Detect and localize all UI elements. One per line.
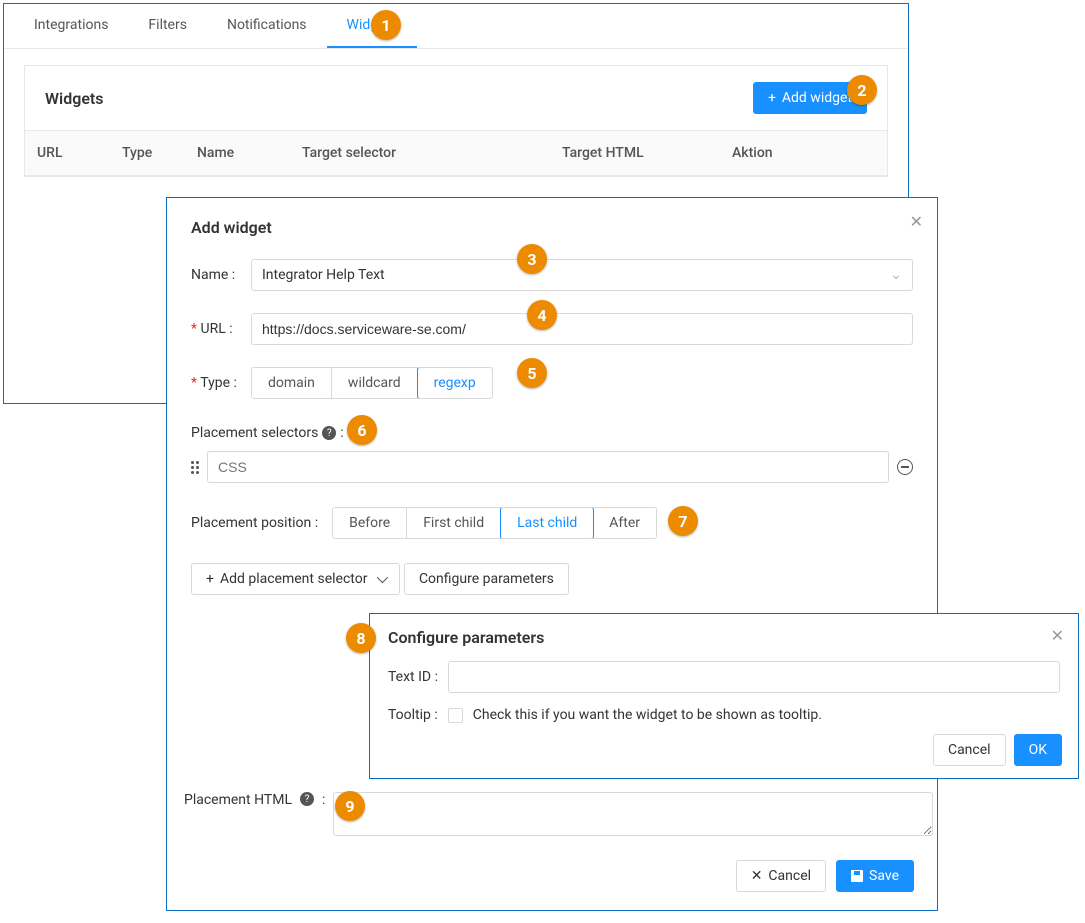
modal-title: Add widget — [191, 218, 913, 237]
type-domain[interactable]: domain — [252, 368, 332, 398]
add-placement-label: Add placement selector — [220, 571, 368, 587]
tooltip-description: Check this if you want the widget to be … — [473, 707, 822, 723]
placement-html-label: Placement HTML — [184, 792, 292, 808]
type-label: Type : — [191, 375, 241, 391]
type-regexp[interactable]: regexp — [417, 367, 493, 399]
name-label: Name : — [191, 267, 241, 283]
placement-position-row: Placement position : Before First child … — [191, 507, 913, 539]
css-selector-row — [191, 451, 913, 483]
tooltip-row: Tooltip : Check this if you want the wid… — [388, 707, 1060, 723]
tooltip-checkbox[interactable] — [448, 708, 463, 723]
tooltip-label: Tooltip : — [388, 707, 438, 723]
placement-selectors-label: Placement selectors — [191, 425, 318, 441]
top-tabs: Integrations Filters Notifications Widge… — [4, 4, 908, 49]
position-first-child[interactable]: First child — [407, 508, 501, 538]
widgets-section-header: Widgets + Add widget — [25, 66, 887, 130]
configure-parameters-button[interactable]: Configure parameters — [404, 563, 569, 595]
callout-1: 1 — [371, 10, 401, 40]
plus-icon: + — [206, 571, 214, 587]
text-id-row: Text ID : — [388, 661, 1060, 693]
widgets-section: Widgets + Add widget URL Type Name Targe… — [24, 65, 888, 177]
position-last-child[interactable]: Last child — [500, 507, 594, 539]
callout-7: 7 — [668, 506, 698, 536]
type-segmented: domain wildcard regexp — [251, 367, 493, 399]
ok-button[interactable]: OK — [1014, 734, 1062, 766]
col-name: Name — [185, 131, 290, 175]
callout-6: 6 — [347, 415, 377, 445]
add-widget-modal-footer: ✕ Cancel Save — [166, 860, 938, 892]
help-icon[interactable]: ? — [322, 426, 336, 440]
colon: : — [322, 792, 325, 808]
col-action: Aktion — [720, 131, 887, 175]
colon: : — [340, 425, 343, 441]
placement-selectors-label-row: Placement selectors ? : — [191, 425, 913, 441]
cancel-button[interactable]: Cancel — [933, 734, 1006, 766]
callout-3: 3 — [517, 244, 547, 274]
type-wildcard[interactable]: wildcard — [332, 368, 418, 398]
configure-parameters-footer: Cancel OK — [933, 734, 1062, 766]
url-label: URL : — [191, 321, 241, 337]
chevron-down-icon — [377, 572, 388, 583]
tab-integrations[interactable]: Integrations — [14, 4, 128, 48]
type-row: Type : domain wildcard regexp — [191, 367, 913, 399]
configure-parameters-modal: Configure parameters ✕ Text ID : Tooltip… — [369, 613, 1079, 779]
cancel-label: Cancel — [768, 868, 811, 884]
help-icon[interactable]: ? — [300, 792, 314, 806]
position-after[interactable]: After — [593, 508, 656, 538]
css-input[interactable] — [207, 451, 889, 483]
save-button[interactable]: Save — [836, 860, 914, 892]
text-id-label: Text ID : — [388, 669, 438, 685]
position-before[interactable]: Before — [333, 508, 407, 538]
placement-html-row: Placement HTML ? : — [184, 792, 933, 836]
widgets-section-title: Widgets — [45, 89, 104, 108]
cancel-button[interactable]: ✕ Cancel — [736, 860, 826, 892]
name-value: Integrator Help Text — [262, 267, 385, 283]
callout-8: 8 — [346, 623, 376, 653]
col-url: URL — [25, 131, 110, 175]
widgets-table-header: URL Type Name Target selector Target HTM… — [25, 130, 887, 176]
tab-filters[interactable]: Filters — [128, 4, 207, 48]
col-target-selector: Target selector — [290, 131, 550, 175]
col-target-html: Target HTML — [550, 131, 720, 175]
col-type: Type — [110, 131, 185, 175]
add-placement-selector-button[interactable]: + Add placement selector — [191, 563, 400, 595]
url-input[interactable] — [251, 313, 913, 345]
callout-5: 5 — [517, 358, 547, 388]
configure-parameters-title: Configure parameters — [388, 628, 1060, 647]
save-label: Save — [869, 868, 899, 884]
name-row: Name : Integrator Help Text ⌄ — [191, 259, 913, 291]
callout-4: 4 — [527, 300, 557, 330]
plus-icon: + — [768, 90, 776, 106]
chevron-down-icon: ⌄ — [890, 267, 902, 283]
save-icon — [851, 870, 863, 882]
placement-html-textarea[interactable] — [333, 792, 933, 836]
name-select[interactable]: Integrator Help Text ⌄ — [251, 259, 913, 291]
tab-notifications[interactable]: Notifications — [207, 4, 327, 48]
drag-handle-icon[interactable] — [191, 461, 199, 474]
close-icon[interactable]: ✕ — [910, 212, 923, 231]
position-segmented: Before First child Last child After — [332, 507, 657, 539]
add-widget-label: Add widget — [782, 90, 852, 106]
close-icon: ✕ — [751, 868, 763, 884]
close-icon[interactable]: ✕ — [1051, 626, 1064, 645]
placement-position-label: Placement position : — [191, 515, 318, 531]
callout-9: 9 — [335, 791, 365, 821]
text-id-input[interactable] — [448, 661, 1060, 693]
callout-2: 2 — [847, 75, 877, 105]
remove-icon[interactable] — [897, 459, 913, 475]
